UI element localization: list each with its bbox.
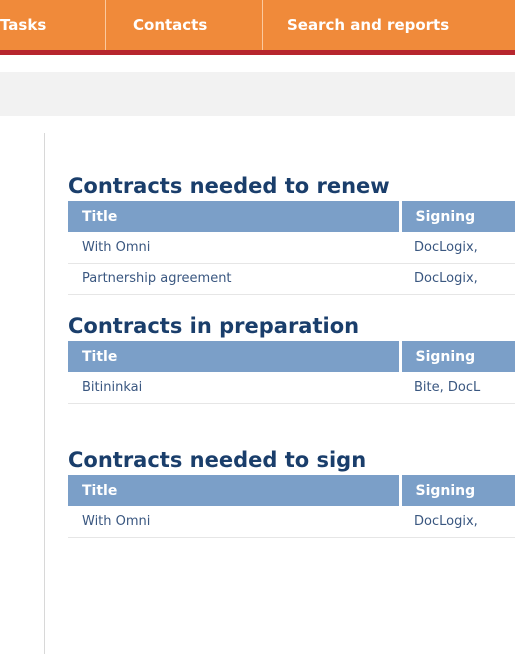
tab-tasks[interactable]: Tasks [0, 0, 106, 50]
cell-signing: DocLogix, [400, 263, 515, 295]
column-header-title[interactable]: Title [68, 201, 402, 232]
column-header-signing[interactable]: Signing [400, 341, 515, 372]
table-row[interactable]: With Omni DocLogix, [68, 232, 515, 264]
sub-toolbar [0, 72, 515, 116]
cell-title[interactable]: Bitininkai [68, 372, 400, 404]
contracts-table: Title Signing Bitininkai Bite, DocL [68, 341, 515, 404]
cell-signing: DocLogix, [400, 232, 515, 264]
column-header-title[interactable]: Title [68, 475, 402, 506]
cell-signing: Bite, DocL [400, 372, 515, 404]
tab-contacts[interactable]: Contacts [106, 0, 263, 50]
column-header-signing[interactable]: Signing [400, 201, 515, 232]
column-header-signing[interactable]: Signing [400, 475, 515, 506]
table-header-row: Title Signing [68, 475, 515, 506]
section-title: Contracts in preparation [68, 314, 360, 338]
table-row[interactable]: With Omni DocLogix, [68, 506, 515, 538]
contracts-table: Title Signing With Omni DocLogix, [68, 475, 515, 538]
section-contracts-to-sign: Contracts needed to sign Title Signing W… [68, 445, 515, 538]
cell-signing: DocLogix, [400, 506, 515, 538]
section-title: Contracts needed to renew [68, 174, 390, 198]
table-row[interactable]: Partnership agreement DocLogix, [68, 263, 515, 295]
contracts-table: Title Signing With Omni DocLogix, Partne… [68, 201, 515, 295]
section-contracts-in-preparation: Contracts in preparation Title Signing B… [68, 311, 515, 404]
table-row[interactable]: Bitininkai Bite, DocL [68, 372, 515, 404]
section-contracts-to-renew: Contracts needed to renew Title Signing … [68, 171, 515, 295]
cell-title[interactable]: With Omni [68, 506, 400, 538]
column-header-title[interactable]: Title [68, 341, 402, 372]
content-panel: Contracts needed to renew Title Signing … [44, 133, 515, 654]
cell-title[interactable]: With Omni [68, 232, 400, 264]
table-header-row: Title Signing [68, 201, 515, 232]
table-header-row: Title Signing [68, 341, 515, 372]
section-title: Contracts needed to sign [68, 448, 367, 472]
top-nav: Tasks Contacts Search and reports [0, 0, 515, 55]
tab-search-and-reports[interactable]: Search and reports [263, 0, 515, 50]
cell-title[interactable]: Partnership agreement [68, 263, 400, 295]
